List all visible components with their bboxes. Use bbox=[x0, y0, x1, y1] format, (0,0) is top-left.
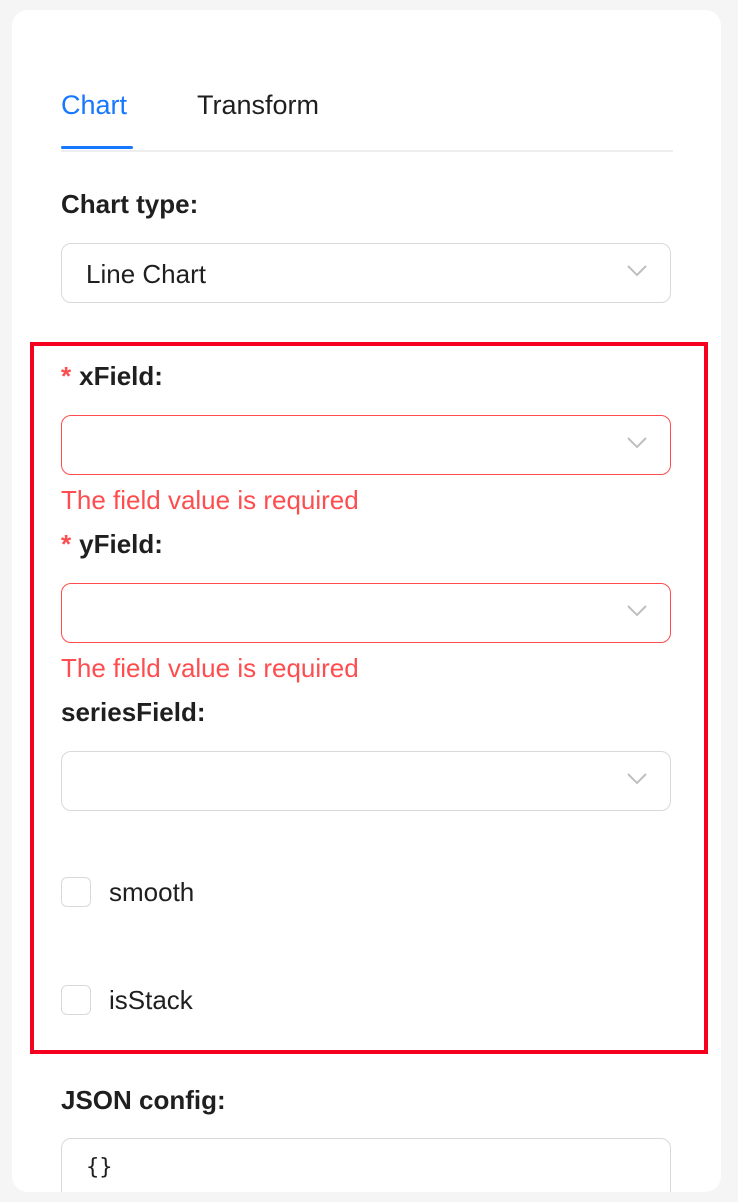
series-field-select[interactable] bbox=[61, 751, 671, 811]
x-field-label-text: xField bbox=[79, 361, 155, 391]
chevron-down-icon bbox=[627, 605, 647, 617]
is-stack-checkbox-label: isStack bbox=[109, 985, 193, 1015]
chart-type-label-colon: : bbox=[189, 189, 199, 219]
y-field-label-colon: : bbox=[154, 529, 163, 559]
x-field-required-mark: * bbox=[61, 361, 72, 391]
y-field-label-text: yField bbox=[79, 529, 155, 559]
x-field-select[interactable] bbox=[61, 415, 671, 475]
chevron-down-icon bbox=[627, 265, 647, 277]
series-field-label-text: seriesField bbox=[61, 697, 197, 727]
y-field-required-mark: * bbox=[61, 529, 72, 559]
smooth-checkbox[interactable] bbox=[61, 877, 91, 907]
x-field-label: * xField: bbox=[61, 360, 163, 392]
tab-chart[interactable]: Chart bbox=[61, 88, 133, 148]
chart-config-panel: Chart Transform Chart type: Line Chart *… bbox=[12, 10, 721, 1192]
tab-transform[interactable]: Transform bbox=[197, 88, 319, 148]
chart-type-select[interactable]: Line Chart bbox=[61, 243, 671, 303]
config-tabs: Chart Transform bbox=[61, 88, 673, 152]
series-field-label: seriesField: bbox=[61, 696, 206, 728]
json-config-label-colon: : bbox=[217, 1085, 226, 1115]
json-config-label: JSON config: bbox=[61, 1084, 226, 1116]
x-field-label-colon: : bbox=[154, 361, 163, 391]
chart-type-label: Chart type: bbox=[61, 188, 198, 220]
y-field-error: The field value is required bbox=[61, 653, 359, 683]
chart-type-value: Line Chart bbox=[86, 259, 206, 289]
json-config-label-text: JSON config bbox=[61, 1085, 218, 1115]
series-field-label-colon: : bbox=[196, 697, 206, 727]
chevron-down-icon bbox=[627, 773, 647, 785]
smooth-checkbox-label: smooth bbox=[109, 877, 195, 907]
x-field-error: The field value is required bbox=[61, 485, 359, 515]
json-config-editor[interactable]: {} bbox=[61, 1138, 671, 1192]
chevron-down-icon bbox=[627, 437, 647, 449]
y-field-select[interactable] bbox=[61, 583, 671, 643]
y-field-label: * yField: bbox=[61, 528, 163, 560]
active-tab-indicator bbox=[61, 146, 133, 149]
is-stack-checkbox[interactable] bbox=[61, 985, 91, 1015]
chart-type-label-text: Chart type bbox=[61, 189, 190, 219]
json-config-value: {} bbox=[86, 1155, 113, 1180]
